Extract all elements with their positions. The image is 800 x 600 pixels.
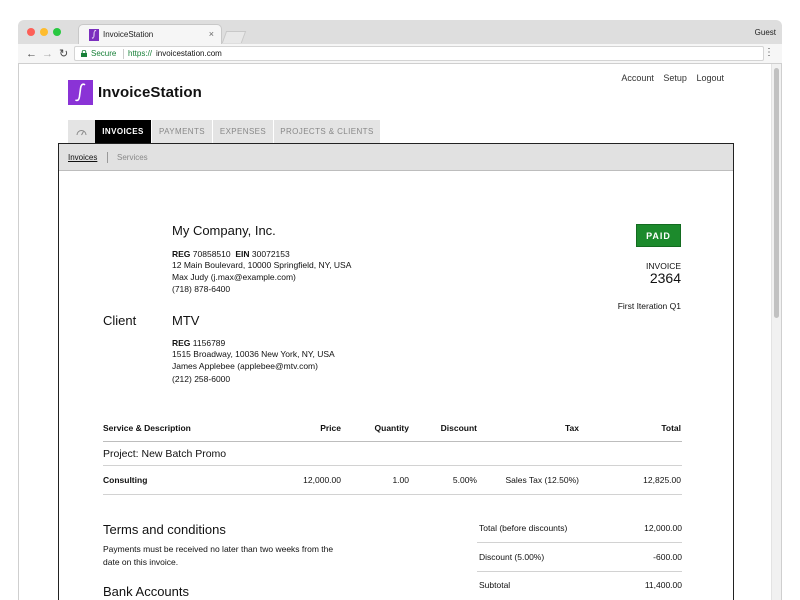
project-name: Project: New Batch Promo — [103, 448, 227, 460]
summary-value-discount: -600.00 — [653, 552, 682, 562]
client-label: Client — [103, 313, 137, 328]
gauge-icon — [76, 130, 87, 136]
new-tab-button[interactable] — [221, 31, 247, 43]
tab-invoices[interactable]: INVOICES — [95, 120, 151, 143]
url-divider — [123, 49, 124, 59]
invoice-number: 2364 — [649, 270, 681, 286]
tab-title: InvoiceStation — [103, 30, 154, 39]
browser-toolbar: ← → ↻ Secure https:// invoicestation.com… — [18, 44, 782, 64]
terms-title: Terms and conditions — [103, 522, 226, 537]
summary-divider — [477, 542, 682, 543]
back-arrow-icon[interactable]: ← — [26, 47, 37, 61]
integral-logo-icon — [75, 83, 86, 102]
browser-menu-icon[interactable]: ⋮ — [764, 48, 774, 58]
forward-arrow-icon[interactable]: → — [42, 47, 53, 61]
row-price: 12,000.00 — [303, 475, 341, 485]
summary-value-subtotal: 11,400.00 — [644, 580, 682, 590]
column-header-total: Total — [661, 423, 681, 433]
summary-label-total: Total (before discounts) — [479, 523, 568, 533]
table-header-divider — [103, 441, 682, 442]
subnav-services[interactable]: Services — [117, 153, 148, 162]
brand-name[interactable]: InvoiceStation — [98, 84, 202, 101]
profile-label[interactable]: Guest — [755, 28, 776, 37]
url-host: invoicestation.com — [156, 49, 222, 58]
client-reg-label: REG — [172, 338, 191, 348]
close-window-button[interactable] — [27, 28, 35, 36]
summary-label-discount: Discount (5.00%) — [479, 552, 545, 562]
tab-projects-clients[interactable]: PROJECTS & CLIENTS — [274, 120, 380, 143]
summary-value-total: 12,000.00 — [644, 523, 682, 533]
tab-expenses[interactable]: EXPENSES — [213, 120, 273, 143]
client-name: MTV — [172, 313, 200, 328]
account-links: Account Setup Logout — [614, 73, 724, 83]
terms-body: Payments must be received no later than … — [103, 544, 334, 567]
logo[interactable] — [68, 80, 93, 105]
browser-tab[interactable]: ∫ InvoiceStation × — [78, 24, 222, 45]
company-reg: 70858510 — [192, 249, 231, 259]
address-bar[interactable]: Secure https:// invoicestation.com — [74, 46, 764, 61]
scrollbar-thumb[interactable] — [774, 68, 779, 318]
subnav-divider — [107, 152, 108, 163]
column-header-price: Price — [320, 423, 341, 433]
paid-status-badge: PAID — [636, 224, 681, 247]
client-phone: (212) 258-6000 — [172, 374, 231, 384]
browser-titlebar: ∫ InvoiceStation × Guest — [18, 20, 782, 45]
summary-divider — [477, 571, 682, 572]
reload-icon[interactable]: ↻ — [59, 47, 68, 61]
window-border-left — [18, 64, 19, 600]
company-name: My Company, Inc. — [172, 223, 276, 238]
company-ids: REG 70858510 EIN 30072153 — [172, 249, 290, 259]
client-contact: James Applebee (applebee@mtv.com) — [172, 361, 318, 371]
row-discount: 5.00% — [452, 475, 477, 485]
project-divider — [103, 465, 682, 466]
summary-label-subtotal: Subtotal — [479, 580, 511, 590]
company-address: 12 Main Boulevard, 10000 Springfield, NY… — [172, 260, 352, 270]
logout-link[interactable]: Logout — [696, 73, 724, 83]
favicon-icon: ∫ — [89, 29, 99, 41]
sub-navigation: Invoices Services — [59, 144, 733, 171]
company-contact: Max Judy (j.max@example.com) — [172, 272, 296, 282]
url-scheme: https:// — [128, 49, 153, 58]
minimize-window-button[interactable] — [40, 28, 48, 36]
row-service: Consulting — [103, 475, 148, 485]
column-header-quantity: Quantity — [374, 423, 409, 433]
tab-close-icon[interactable]: × — [209, 29, 214, 39]
company-reg-label: REG — [172, 249, 191, 259]
tab-payments[interactable]: PAYMENTS — [152, 120, 212, 143]
row-quantity: 1.00 — [392, 475, 409, 485]
setup-link[interactable]: Setup — [663, 73, 687, 83]
company-ein-label: EIN — [235, 249, 250, 259]
client-address: 1515 Broadway, 10036 New York, NY, USA — [172, 349, 335, 359]
row-total: 12,825.00 — [643, 475, 681, 485]
secure-label: Secure — [91, 49, 117, 58]
zoom-window-button[interactable] — [53, 28, 61, 36]
window-border-right — [781, 64, 782, 600]
company-ein: 30072153 — [251, 249, 290, 259]
client-ids: REG 1156789 — [172, 338, 225, 348]
column-header-tax: Tax — [564, 423, 579, 433]
company-phone: (718) 878-6400 — [172, 284, 231, 294]
client-reg: 1156789 — [192, 338, 226, 348]
row-tax: Sales Tax (12.50%) — [505, 475, 579, 485]
lock-icon — [81, 50, 87, 57]
bank-accounts-title: Bank Accounts — [103, 584, 189, 599]
column-header-service: Service & Description — [103, 423, 191, 433]
account-link[interactable]: Account — [621, 73, 654, 83]
row-divider — [103, 494, 682, 495]
column-header-discount: Discount — [440, 423, 477, 433]
invoice-title: First Iteration Q1 — [617, 301, 681, 311]
tab-dashboard[interactable] — [68, 120, 95, 143]
subnav-invoices[interactable]: Invoices — [68, 153, 97, 162]
